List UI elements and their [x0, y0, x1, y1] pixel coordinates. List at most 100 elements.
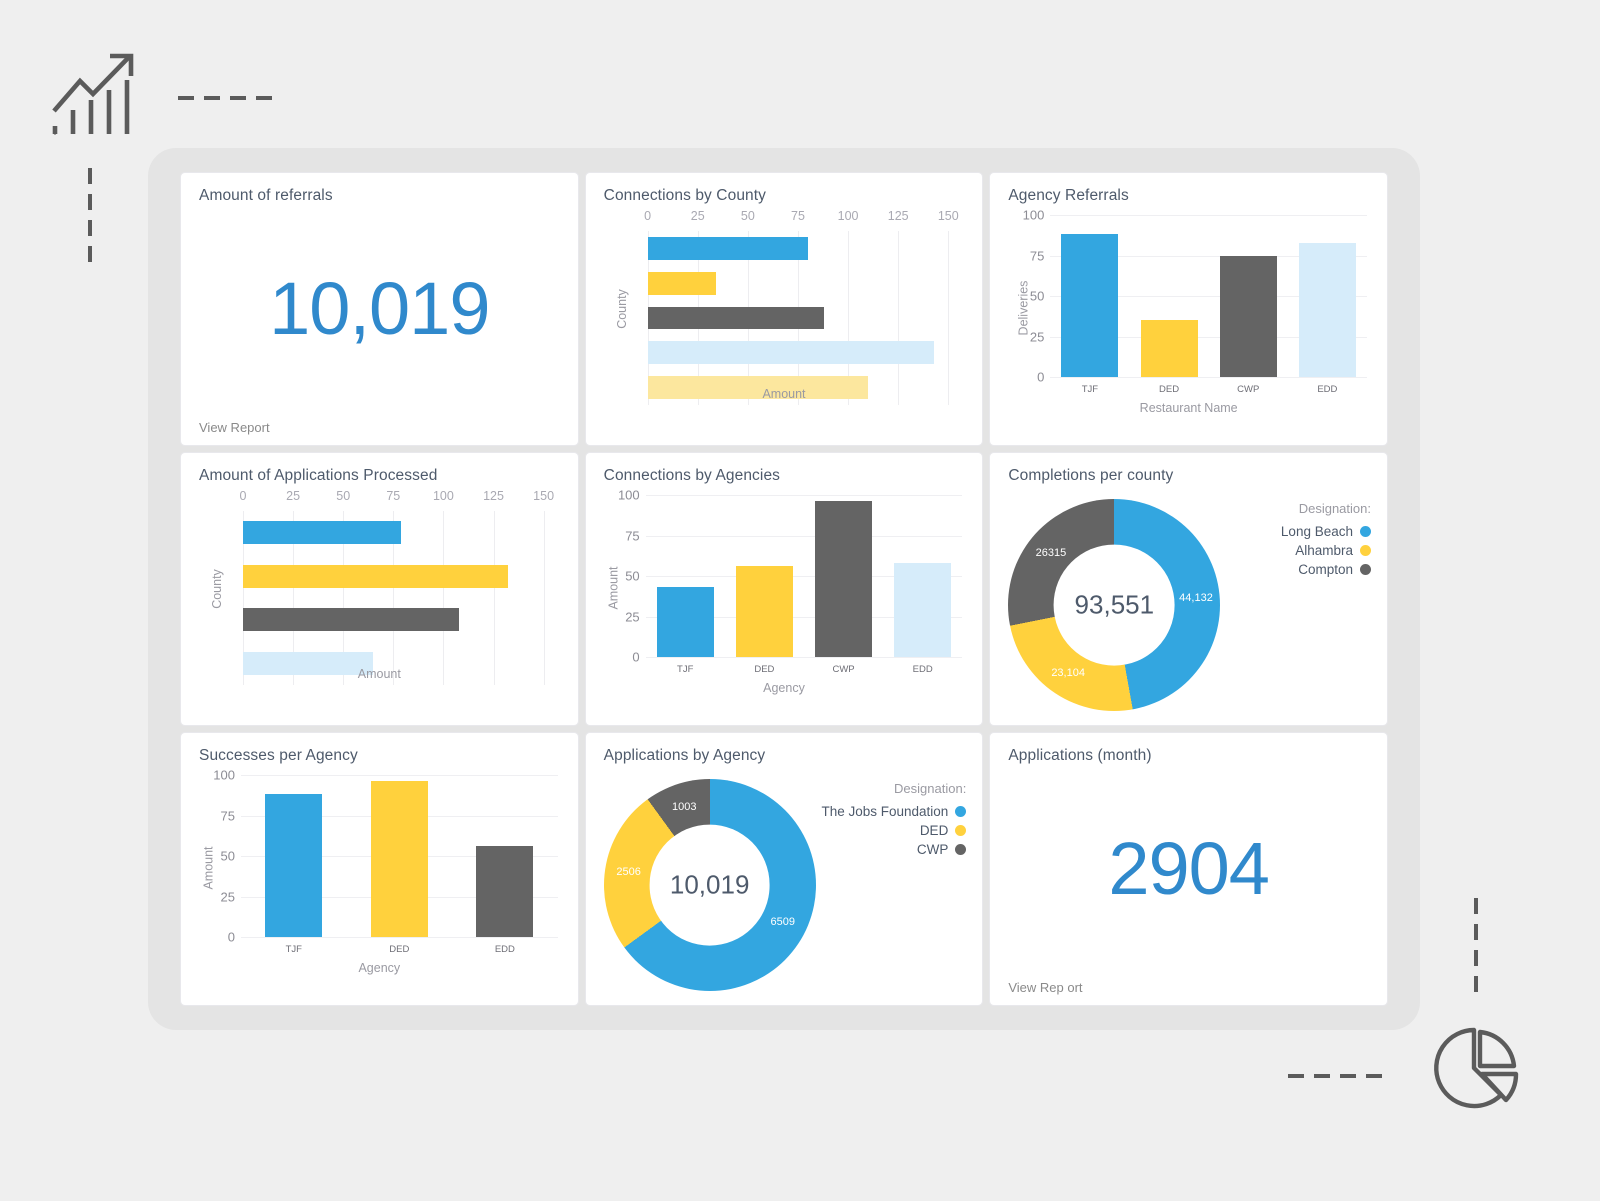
bar[interactable]	[647, 237, 808, 260]
x-axis-ticks: 0 25 50 75 100 125 150	[240, 489, 564, 507]
card-connections-by-agencies[interactable]: Connections by Agencies Amount 0 25 50 75 100…	[584, 452, 984, 726]
legend-color-dot	[955, 806, 967, 817]
card-agency-referrals[interactable]: Agency Referrals Deliveries 0 25 50 75 100 TJF…	[989, 172, 1388, 446]
bar[interactable]	[815, 501, 873, 657]
slice-value-label: 23,104	[1051, 666, 1085, 679]
category-label: TJF	[677, 664, 694, 675]
view-report-link[interactable]: View Rep ort	[1008, 980, 1082, 995]
card-amount-of-applications-processed[interactable]: Amount of Applications Processed County 0…	[180, 452, 579, 726]
legend-label: Long Beach	[1280, 524, 1353, 539]
bar-column	[894, 495, 952, 657]
axis-tick: 100	[1022, 207, 1045, 223]
axis-tick: 75	[625, 528, 640, 543]
metric-container: 2904	[990, 733, 1387, 1005]
bar[interactable]	[1061, 234, 1119, 377]
dashboard-grid: Amount of referrals 10,019 View Report C…	[180, 172, 1388, 1006]
bar[interactable]	[476, 846, 534, 937]
legend-item[interactable]: Alhambra	[1281, 543, 1371, 558]
legend-item[interactable]: Long Beach	[1281, 524, 1371, 539]
axis-tick: 0	[227, 929, 235, 945]
legend-item[interactable]: CWP	[821, 842, 967, 857]
axis-tick: 75	[220, 808, 235, 823]
legend-color-dot	[955, 825, 967, 836]
bar-column	[476, 775, 534, 937]
bar[interactable]	[1219, 255, 1277, 377]
slice-value-label: 1003	[672, 801, 697, 814]
growth-chart-arrow-icon	[52, 53, 134, 135]
donut-center: 93,551	[1053, 544, 1175, 666]
plot-area	[243, 511, 564, 685]
view-report-link[interactable]: View Report	[199, 420, 270, 435]
axis-tick: 25	[625, 609, 640, 624]
donut-center: 10,019	[649, 824, 771, 946]
bar-row	[243, 521, 564, 545]
donut-chart: 93,551 44,132 23,104 26315	[1000, 493, 1250, 725]
bar[interactable]	[647, 341, 935, 365]
pie-chart-icon	[1434, 1027, 1519, 1109]
donut-ring[interactable]: 10,019	[603, 779, 816, 991]
legend-title: Designation:	[1298, 501, 1371, 516]
card-title: Amount of Applications Processed	[199, 467, 438, 484]
bar[interactable]	[243, 608, 460, 632]
slice-value-label: 6509	[770, 916, 795, 929]
card-title: Connections by County	[603, 187, 767, 204]
bars	[241, 775, 558, 937]
donut-ring[interactable]: 93,551	[1008, 499, 1221, 711]
bar[interactable]	[243, 564, 508, 588]
dashed-line-vertical-left	[88, 168, 92, 272]
x-axis-label: Amount	[762, 387, 806, 401]
bar[interactable]	[894, 563, 952, 657]
category-label: CWP	[1237, 384, 1260, 395]
gridline	[645, 657, 963, 658]
bar-row	[243, 608, 564, 632]
x-axis-label: Restaurant Name	[1139, 401, 1238, 415]
plot-area	[647, 231, 969, 405]
legend-item[interactable]: The Jobs Foundation	[821, 804, 967, 819]
card-successes-per-agency[interactable]: Successes per Agency Amount 0 25 50 75 100 TJF…	[180, 732, 579, 1006]
bar-column	[735, 495, 793, 657]
bar[interactable]	[265, 794, 323, 937]
bar[interactable]	[243, 521, 402, 545]
card-connections-by-county[interactable]: Connections by County County 0 25 50 75 100 12…	[584, 172, 984, 446]
legend-item[interactable]: DED	[821, 823, 967, 838]
bar[interactable]	[647, 271, 716, 295]
card-completions-per-county[interactable]: Completions per county 93,551 44,132 23,10…	[989, 452, 1388, 726]
axis-tick: 75	[1029, 248, 1045, 263]
axis-tick: 50	[1029, 288, 1045, 304]
bar-column	[1219, 215, 1277, 377]
card-applications-month[interactable]: Applications (month) 2904 View Rep ort	[989, 732, 1388, 1006]
category-label: EDD	[912, 664, 933, 675]
category-label: CWP	[832, 664, 855, 675]
axis-tick: 75	[386, 489, 401, 503]
donut-chart: 10,019 6509 2506 1003	[596, 773, 846, 1005]
bar-column	[265, 775, 323, 937]
y-axis-label: County	[209, 569, 224, 609]
slice-value-label: 2506	[616, 866, 641, 879]
vertical-bar-chart: Amount 0 25 50 75 100 TJF DED EDD Agency	[181, 767, 578, 977]
axis-tick: 0	[1037, 369, 1045, 385]
bar[interactable]	[370, 781, 428, 937]
bars	[647, 231, 969, 405]
x-axis-label: Amount	[357, 667, 401, 681]
chart-legend: Designation: Long Beach Alhambra Compton	[1281, 501, 1371, 581]
plot-area	[645, 495, 963, 658]
gridline	[1050, 377, 1367, 378]
axis-tick: 100	[617, 487, 640, 503]
category-label: DED	[389, 944, 410, 955]
y-axis-ticks: 0 25 50 75 100	[205, 768, 239, 945]
category-label: TJF	[285, 944, 302, 955]
vertical-bar-chart: Amount 0 25 50 75 100 TJF DED CWP EDD Agency	[586, 487, 983, 697]
chart-legend: Designation: The Jobs Foundation DED CWP	[821, 781, 967, 861]
bar[interactable]	[1140, 320, 1198, 377]
bar[interactable]	[1298, 242, 1356, 377]
bar-column	[1298, 215, 1356, 377]
card-amount-of-referrals[interactable]: Amount of referrals 10,019 View Report	[180, 172, 579, 446]
bar[interactable]	[735, 566, 793, 657]
donut-total-value: 10,019	[669, 869, 750, 900]
bar[interactable]	[647, 306, 825, 330]
gridline	[241, 937, 558, 938]
card-applications-by-agency[interactable]: Applications by Agency 10,019 6509 2506 100…	[584, 732, 984, 1006]
bar[interactable]	[656, 587, 714, 657]
y-axis-ticks: 0 25 50 75 100	[610, 488, 644, 665]
legend-item[interactable]: Compton	[1281, 562, 1371, 577]
